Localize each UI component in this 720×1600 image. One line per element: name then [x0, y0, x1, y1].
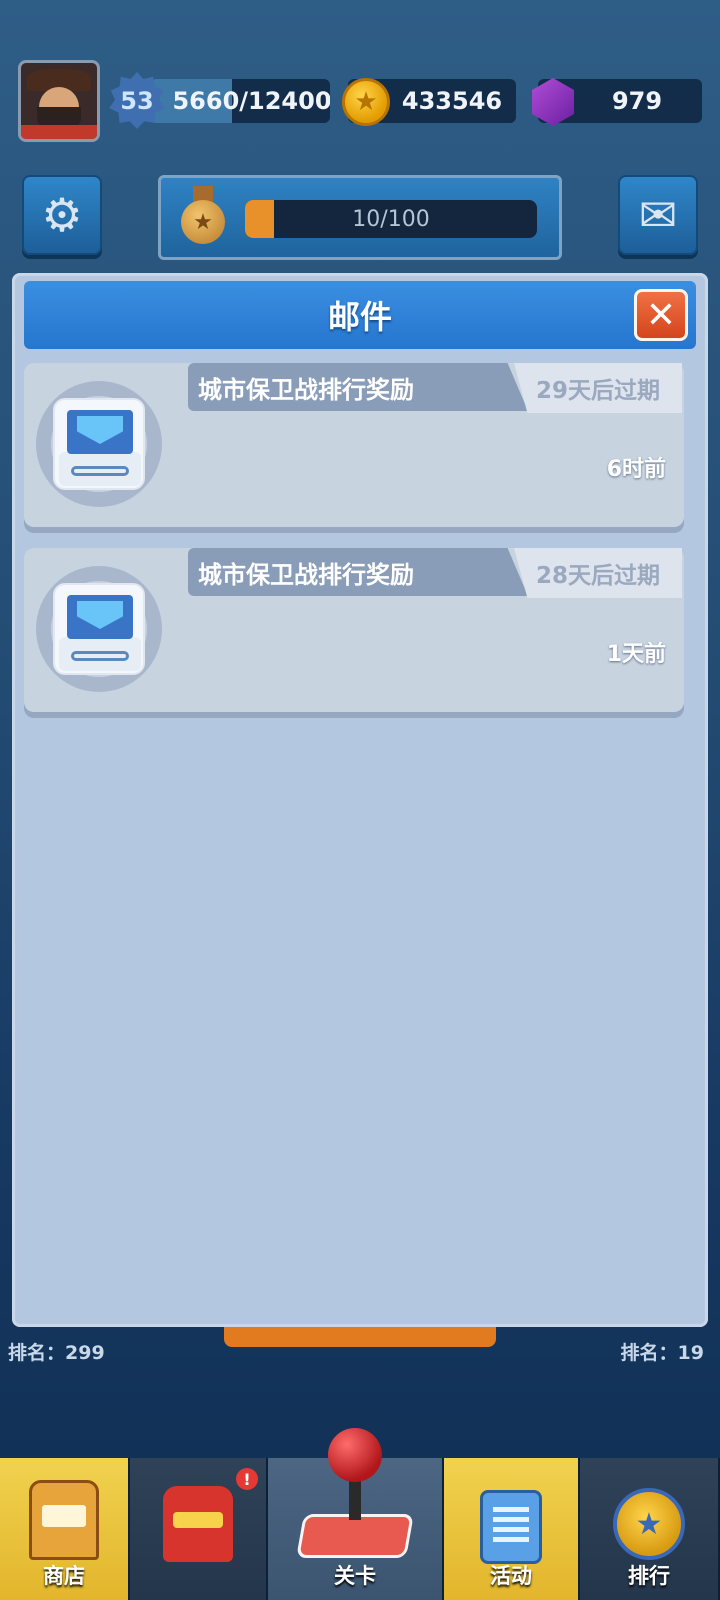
mail-item[interactable]: 城市保卫战排行奖励 28天后过期 1天前	[24, 548, 684, 712]
nav-tab-label: 商店	[43, 1564, 85, 1588]
open-envelope-icon	[53, 583, 145, 675]
mail-time-ago: 1天前	[606, 642, 666, 667]
coin-icon: ★	[342, 78, 390, 126]
rank-badge-icon: ★	[613, 1488, 685, 1560]
nav-tab-shop[interactable]: 商店	[0, 1458, 130, 1600]
mail-time-ago: 6时前	[606, 457, 666, 482]
xp-text: 5660/12400	[172, 87, 330, 115]
mail-subject: 城市保卫战排行奖励	[188, 363, 528, 411]
mail-item-icon	[36, 566, 162, 692]
player-avatar[interactable]	[18, 60, 100, 142]
medal-progress-text: 10/100	[352, 206, 430, 232]
medal-icon: ★	[181, 186, 225, 246]
nav-tab-label: 关卡	[334, 1564, 376, 1588]
nav-tab-label: 活动	[490, 1564, 532, 1588]
nav-tab-robot[interactable]: !	[130, 1458, 268, 1600]
gem-amount: 979	[611, 87, 663, 115]
nav-tab-stage[interactable]: 关卡	[268, 1428, 444, 1600]
envelope-slot	[71, 466, 129, 476]
top-hud: 5660/12400 53 433546 ★ 979 ⚙ ★ 10/100 ✉	[0, 0, 720, 270]
mail-button[interactable]: ✉	[618, 175, 698, 255]
joystick-stick-icon	[349, 1476, 361, 1520]
mail-item-icon	[36, 381, 162, 507]
mail-icon-inner	[51, 396, 147, 492]
alert-badge: !	[236, 1468, 258, 1490]
close-button[interactable]: ✕	[634, 289, 688, 341]
medal-disc: ★	[181, 200, 225, 244]
robot-head-icon	[163, 1486, 233, 1562]
joystick-icon	[328, 1428, 382, 1482]
open-envelope-icon	[53, 398, 145, 490]
mail-expiry: 28天后过期	[514, 548, 682, 598]
nav-tab-activity[interactable]: 活动	[444, 1458, 580, 1600]
close-icon: ✕	[645, 294, 677, 336]
mail-modal: 邮件 ✕ 城市保卫战排行奖励 29天后过期 6时前 城市保卫战排行奖励 28天后…	[12, 273, 708, 1327]
mail-icon-inner	[51, 581, 147, 677]
medal-progress-panel[interactable]: ★ 10/100	[158, 175, 562, 260]
envelope-icon: ✉	[638, 188, 678, 242]
joystick-base-icon	[296, 1514, 414, 1558]
modal-title: 邮件	[327, 298, 392, 336]
level-number: 53	[120, 87, 154, 115]
medal-progress-bar: 10/100	[245, 200, 537, 238]
nav-tab-rank[interactable]: ★ 排行	[580, 1458, 720, 1600]
nav-tab-label: 排行	[628, 1564, 670, 1588]
xp-bar: 5660/12400	[150, 79, 330, 123]
mail-expiry: 29天后过期	[514, 363, 682, 413]
background-orange-button	[224, 1327, 496, 1347]
bottom-nav: 商店 ! 关卡 活动 ★ 排行	[0, 1428, 720, 1600]
rank-left-text: 排名：299	[8, 1342, 105, 1364]
mail-item[interactable]: 城市保卫战排行奖励 29天后过期 6时前	[24, 363, 684, 527]
envelope-slot	[71, 651, 129, 661]
settings-button[interactable]: ⚙	[22, 175, 102, 255]
rank-right-text: 排名：19	[620, 1342, 704, 1364]
clipboard-icon	[480, 1490, 542, 1564]
modal-header: 邮件 ✕	[24, 281, 696, 349]
gear-icon: ⚙	[41, 188, 83, 242]
mail-subject: 城市保卫战排行奖励	[188, 548, 528, 596]
slot-machine-icon	[29, 1480, 99, 1560]
avatar-shirt	[21, 125, 97, 139]
